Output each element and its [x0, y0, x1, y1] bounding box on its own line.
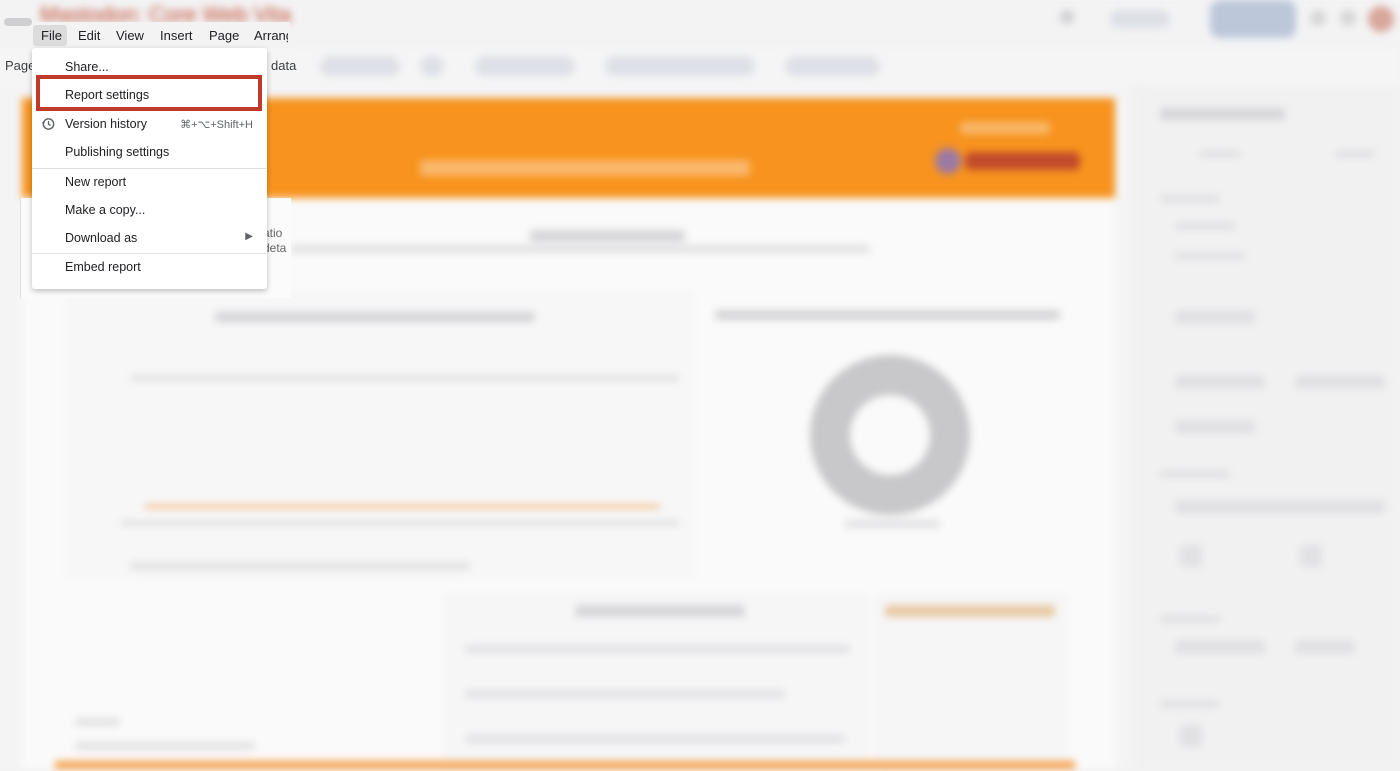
side-panel [875, 595, 1067, 771]
banner-subtitle [420, 160, 750, 176]
menu-file[interactable]: File [41, 28, 62, 43]
properties-tab[interactable] [1200, 150, 1240, 158]
toolbar-control[interactable] [605, 56, 755, 76]
share-button[interactable] [1110, 10, 1170, 28]
side-panel-title [885, 605, 1055, 617]
donut-title [715, 310, 1060, 320]
highlight-box [36, 75, 262, 111]
properties-icon[interactable] [1180, 725, 1202, 747]
menu-item-label: Share... [65, 60, 109, 74]
properties-icon[interactable] [1300, 545, 1322, 567]
properties-label [1160, 195, 1220, 203]
properties-label [1160, 470, 1230, 478]
properties-control[interactable] [1175, 640, 1265, 654]
history-icon [42, 118, 55, 130]
bottom-banner [55, 761, 1075, 769]
menu-item-new-report[interactable]: New report [32, 169, 267, 197]
properties-control[interactable] [1295, 640, 1355, 654]
donut-legend [845, 520, 940, 528]
view-button[interactable] [1210, 0, 1296, 38]
toolbar-page-button[interactable]: Page [5, 58, 35, 73]
properties-title [1160, 108, 1285, 120]
properties-label [1160, 700, 1220, 708]
page-heading [530, 230, 685, 242]
file-menu-dropdown: Share... Report settings Version history… [32, 48, 267, 289]
menu-item-label: Version history [65, 117, 147, 131]
menu-edit[interactable]: Edit [78, 28, 100, 43]
text-line [465, 735, 845, 743]
menu-item-label: Embed report [65, 260, 141, 274]
chart-series-orange [145, 505, 660, 508]
menu-item-label: Download as [65, 231, 138, 245]
text-line [465, 645, 850, 653]
properties-control[interactable] [1295, 375, 1385, 389]
menu-item-embed-report[interactable]: Embed report [32, 254, 267, 282]
donut-chart [810, 355, 970, 515]
toolbar-data-fragment[interactable]: data [271, 58, 296, 73]
text-line [465, 690, 785, 698]
menu-item-shortcut: ⌘+⌥+Shift+H [180, 119, 253, 131]
timeseries-chart [65, 290, 695, 580]
apps-icon[interactable] [1310, 10, 1326, 26]
page-description [290, 245, 870, 253]
menu-item-version-history[interactable]: Version history ⌘+⌥+Shift+H [32, 111, 267, 139]
menu-item-label: New report [65, 175, 127, 189]
properties-label [1175, 222, 1235, 230]
properties-label [1160, 615, 1220, 623]
chart-series-gray [130, 375, 680, 381]
chart-title [215, 312, 535, 322]
text-panel-title [575, 605, 745, 617]
app-logo [4, 18, 32, 26]
properties-control[interactable] [1175, 375, 1265, 389]
text-panel [445, 595, 867, 771]
menu-view[interactable]: View [116, 28, 144, 43]
menu-item-label: Make a copy... [65, 203, 146, 217]
toolbar-control[interactable] [785, 56, 880, 76]
properties-select[interactable] [1175, 500, 1385, 514]
menu-item-make-a-copy[interactable]: Make a copy... [32, 197, 267, 225]
left-label [75, 742, 255, 750]
banner-link [960, 122, 1050, 134]
properties-icon[interactable] [1180, 545, 1202, 567]
chart-legend [130, 562, 470, 570]
properties-control[interactable] [1175, 310, 1255, 324]
menu-page[interactable]: Page [209, 28, 239, 43]
properties-tab[interactable] [1335, 150, 1375, 158]
menu-item-download-as[interactable]: Download as ▶ [32, 225, 267, 253]
toolbar-control[interactable] [320, 56, 400, 76]
menu-item-publishing-settings[interactable]: Publishing settings [32, 139, 267, 167]
menu-item-label: Publishing settings [65, 145, 170, 159]
toolbar-control[interactable] [420, 56, 444, 76]
toolbar-control[interactable] [475, 56, 575, 76]
properties-control[interactable] [1175, 420, 1255, 434]
banner-button[interactable] [965, 152, 1080, 170]
menu-insert[interactable]: Insert [160, 28, 193, 43]
grid-icon[interactable] [1340, 10, 1356, 26]
menu-arrange[interactable]: Arrang [254, 28, 288, 43]
chevron-right-icon: ▶ [245, 231, 253, 242]
left-label [75, 718, 120, 726]
avatar[interactable] [1368, 6, 1394, 32]
help-icon[interactable] [1060, 10, 1074, 24]
banner-logo [935, 148, 961, 174]
chart-x-axis [120, 520, 680, 526]
properties-label [1175, 252, 1245, 260]
